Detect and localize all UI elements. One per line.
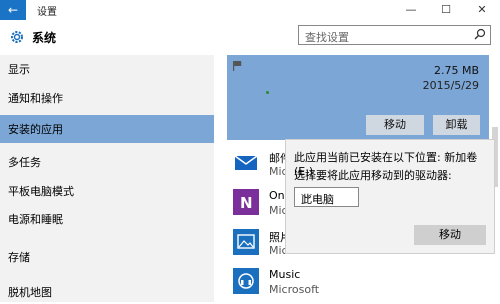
title-bar: ← 设置 — ☐ ✕ [0, 0, 500, 20]
sidebar: 显示 通知和操作 安装的应用 多任务 平板电脑模式 电源和睡眠 存储 脱机地图 [0, 55, 214, 302]
sidebar-item-label: 显示 [8, 63, 30, 76]
sidebar-item-label: 平板电脑模式 [8, 185, 74, 198]
selected-app-card[interactable]: 2.75 MB 2015/5/29 移动 卸载 [227, 55, 489, 140]
app-date: 2015/5/29 [422, 79, 479, 92]
sidebar-item-display[interactable]: 显示 [0, 55, 214, 81]
sidebar-item-label: 通知和操作 [8, 92, 63, 105]
music-icon [233, 268, 259, 294]
mail-icon [233, 150, 259, 176]
svg-text:N: N [240, 194, 253, 212]
sidebar-item-label: 电源和睡眠 [8, 213, 63, 226]
popup-move-button[interactable]: 移动 [414, 225, 486, 245]
sidebar-item-installed-apps[interactable]: 安装的应用 [0, 115, 214, 143]
move-button[interactable]: 移动 [366, 115, 424, 135]
sidebar-item-tablet-mode[interactable]: 平板电脑模式 [0, 177, 214, 203]
status-dot [266, 91, 269, 94]
maximize-button[interactable]: ☐ [430, 0, 462, 20]
search-input[interactable]: 查找设置 [298, 25, 491, 45]
sidebar-item-notifications[interactable]: 通知和操作 [0, 84, 214, 110]
sidebar-item-label: 多任务 [8, 156, 41, 169]
search-icon[interactable] [474, 28, 486, 40]
flag-icon [233, 61, 242, 71]
window-title: 设置 [37, 7, 57, 18]
sidebar-item-label: 脱机地图 [8, 286, 52, 299]
search-placeholder: 查找设置 [305, 31, 349, 44]
choose-drive-text: 选择要将此应用移动到的驱动器: [294, 169, 452, 182]
sidebar-item-offline-maps[interactable]: 脱机地图 [0, 278, 214, 304]
page-title: 系统 [32, 31, 57, 45]
sidebar-item-multitasking[interactable]: 多任务 [0, 148, 214, 174]
sidebar-item-power-sleep[interactable]: 电源和睡眠 [0, 205, 214, 231]
sidebar-item-label: 存储 [8, 251, 30, 264]
drive-select[interactable]: 此电脑 ﹀ [294, 187, 359, 207]
minimize-button[interactable]: — [395, 0, 427, 20]
gear-icon [9, 29, 25, 45]
back-button[interactable]: ← [0, 0, 26, 20]
uninstall-button[interactable]: 卸载 [433, 115, 480, 135]
close-button[interactable]: ✕ [466, 0, 498, 20]
app-publisher: Microsoft [269, 283, 320, 296]
sidebar-item-storage[interactable]: 存储 [0, 243, 214, 269]
photos-icon [233, 229, 259, 255]
app-name: Music [269, 268, 301, 281]
sidebar-item-label: 安装的应用 [8, 123, 63, 136]
onenote-icon: N [233, 189, 259, 215]
move-app-popup: 此应用当前已安装在以下位置: 新加卷 (E:) 选择要将此应用移动到的驱动器: … [285, 139, 495, 254]
chevron-down-icon: ﹀ [301, 193, 312, 206]
app-size: 2.75 MB [433, 64, 479, 77]
app-list-item-music[interactable]: Music Microsoft [227, 263, 489, 303]
